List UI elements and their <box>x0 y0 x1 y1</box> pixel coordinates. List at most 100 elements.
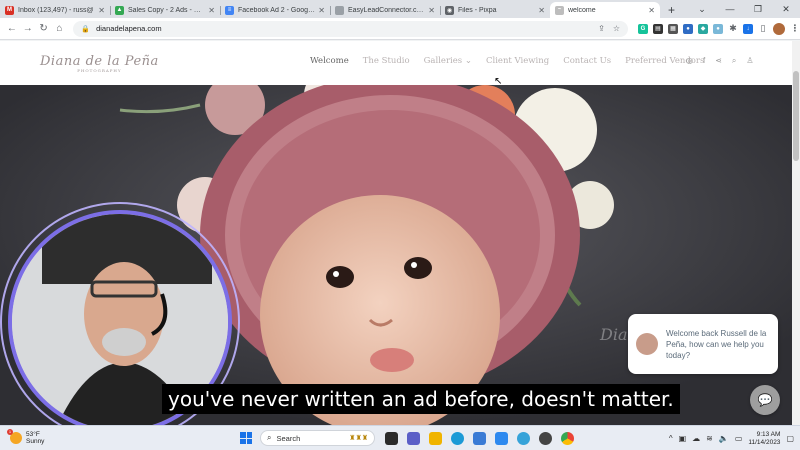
search-placeholder: Search <box>276 433 301 443</box>
grammarly-icon[interactable]: G <box>638 23 648 34</box>
app-icon[interactable] <box>539 431 552 445</box>
notification-icon[interactable]: ▢ <box>786 434 794 443</box>
clock-date: 11/14/2023 <box>748 438 781 446</box>
forward-button[interactable]: → <box>20 23 36 34</box>
site-header: Diana de la Peña PHOTOGRAPHY Welcome The… <box>0 41 800 85</box>
tab-title: Facebook Ad 2 - Google D <box>238 6 316 14</box>
window-controls: ⌄ — ❐ ✕ <box>688 0 800 18</box>
download-icon[interactable]: ↓ <box>743 23 753 34</box>
chat-agent-avatar <box>636 333 658 355</box>
address-bar[interactable]: 🔒 dianadelapena.com ⇪ ☆ <box>73 20 628 37</box>
nav-welcome[interactable]: Welcome <box>310 56 349 66</box>
extension-icon[interactable]: ● <box>713 23 723 34</box>
taskbar-clock[interactable]: 9:13 AM 11/14/2023 <box>748 431 780 447</box>
site-logo[interactable]: Diana de la Peña PHOTOGRAPHY <box>40 54 159 73</box>
volume-icon[interactable]: 🔈 <box>719 434 729 443</box>
tab-title: Sales Copy - 2 Ads - Goog <box>128 6 206 14</box>
share-icon[interactable]: ⇪ <box>598 24 605 33</box>
store-icon[interactable] <box>473 431 486 445</box>
weather-widget[interactable]: 1 53°F Sunny <box>7 429 110 445</box>
back-button[interactable]: ← <box>4 23 20 34</box>
tab-strip: M Inbox (123,497) - russ@ ✕ ▲ Sales Copy… <box>0 0 800 18</box>
edge-icon[interactable] <box>451 431 464 445</box>
tab-title: Files - Pixpa <box>458 6 497 14</box>
chrome-icon[interactable] <box>561 431 574 445</box>
close-icon[interactable]: ✕ <box>648 6 655 15</box>
extensions-area: G ▤ ▦ ● ◆ ● ✱ ↓ ▯ ⋮ <box>638 22 800 35</box>
new-tab-button[interactable]: + <box>660 2 683 18</box>
page-scrollbar[interactable] <box>792 41 800 425</box>
logo-text: Diana de la Peña <box>40 53 159 69</box>
extension-icon[interactable]: ◆ <box>698 23 708 34</box>
user-icon[interactable]: ♙ <box>746 56 753 66</box>
photos-icon[interactable] <box>495 431 508 445</box>
browser-toolbar: ← → ↻ ⌂ 🔒 dianadelapena.com ⇪ ☆ G ▤ ▦ ● … <box>0 18 800 40</box>
windows-start-icon[interactable] <box>240 432 252 444</box>
clock-time: 9:13 AM <box>756 430 781 438</box>
tab-welcome[interactable]: ~ welcome ✕ <box>550 2 660 18</box>
google-docs-icon: ≡ <box>225 5 234 15</box>
reload-button[interactable]: ↻ <box>36 23 52 34</box>
tab-pixpa[interactable]: ◉ Files - Pixpa ✕ <box>440 2 550 18</box>
cloud-icon[interactable]: ☁ <box>692 434 700 443</box>
close-window-button[interactable]: ✕ <box>772 0 800 18</box>
chat-message: Welcome back Russell de la Peña, how can… <box>666 328 767 360</box>
facebook-icon[interactable]: f <box>703 56 705 66</box>
close-icon[interactable]: ✕ <box>208 6 215 15</box>
battery-icon[interactable]: ▭ <box>735 434 743 443</box>
sidebar-icon[interactable]: ▯ <box>758 23 768 34</box>
chevron-up-icon[interactable]: ^ <box>669 434 673 443</box>
taskbar-search[interactable]: ⌕ Search ♜♜♜ <box>260 430 375 446</box>
nav-galleries-label: Galleries <box>423 56 463 66</box>
star-icon[interactable]: ☆ <box>613 24 620 33</box>
wifi-icon[interactable]: ≋ <box>706 434 713 443</box>
tab-title: EasyLeadConnector.com <box>348 6 426 14</box>
nav-contact-us[interactable]: Contact Us <box>563 56 611 66</box>
chat-launcher-button[interactable]: 💬 <box>750 385 780 415</box>
extension-icon[interactable]: ▤ <box>653 23 663 34</box>
tab-facebook-ad[interactable]: ≡ Facebook Ad 2 - Google D ✕ <box>220 2 330 18</box>
task-view-icon[interactable] <box>385 431 398 445</box>
site-nav: Welcome The Studio Galleries ⌄ Client Vi… <box>310 56 704 66</box>
more-options-icon[interactable]: ⋮ <box>790 23 800 34</box>
close-icon[interactable]: ✕ <box>538 6 545 15</box>
profile-avatar[interactable] <box>773 22 785 35</box>
system-tray: ^ ▣ ☁ ≋ 🔈 ▭ 9:13 AM 11/14/2023 ▢ <box>669 426 794 450</box>
teams-icon[interactable] <box>407 431 420 445</box>
puzzle-icon[interactable]: ✱ <box>728 23 738 34</box>
google-drive-icon: ▲ <box>115 5 124 15</box>
close-icon[interactable]: ✕ <box>98 6 105 15</box>
close-icon[interactable]: ✕ <box>318 6 325 15</box>
edge-beta-icon[interactable] <box>517 431 530 445</box>
search-highlight-icon: ♜♜♜ <box>349 435 368 442</box>
tab-sales-copy[interactable]: ▲ Sales Copy - 2 Ads - Goog ✕ <box>110 2 220 18</box>
maximize-button[interactable]: ❐ <box>744 0 772 18</box>
meet-icon[interactable]: ▣ <box>679 434 687 443</box>
nav-client-viewing[interactable]: Client Viewing <box>486 56 549 66</box>
globe-icon <box>335 5 344 15</box>
url-text: dianadelapena.com <box>96 24 162 33</box>
share-icon[interactable]: ⋖ <box>715 56 722 66</box>
chevron-down-icon: ⌄ <box>464 56 472 66</box>
minimize-button[interactable]: — <box>716 0 744 18</box>
close-icon[interactable]: ✕ <box>428 6 435 15</box>
lock-icon[interactable]: 🔒 <box>81 25 90 33</box>
search-icon[interactable]: ⌕ <box>732 56 736 66</box>
nav-galleries[interactable]: Galleries ⌄ <box>424 56 472 66</box>
chat-greeting[interactable]: Welcome back Russell de la Peña, how can… <box>628 314 778 374</box>
tab-inbox[interactable]: M Inbox (123,497) - russ@ ✕ <box>0 2 110 18</box>
instagram-icon[interactable]: ◎ <box>686 56 693 66</box>
weather-temp: 53°F <box>26 431 40 438</box>
extension-icon[interactable]: ● <box>683 23 693 34</box>
scroll-thumb[interactable] <box>793 71 799 161</box>
extension-icon[interactable]: ▦ <box>668 23 678 34</box>
pinned-apps <box>385 431 574 445</box>
tab-easyleadconnector[interactable]: EasyLeadConnector.com ✕ <box>330 2 440 18</box>
chevron-down-icon[interactable]: ⌄ <box>688 0 716 18</box>
pixpa-icon: ◉ <box>445 5 454 15</box>
notification-badge: 1 <box>7 429 13 435</box>
home-button[interactable]: ⌂ <box>52 23 68 34</box>
sun-icon: 1 <box>7 429 22 444</box>
file-explorer-icon[interactable] <box>429 431 442 445</box>
nav-the-studio[interactable]: The Studio <box>363 56 410 66</box>
